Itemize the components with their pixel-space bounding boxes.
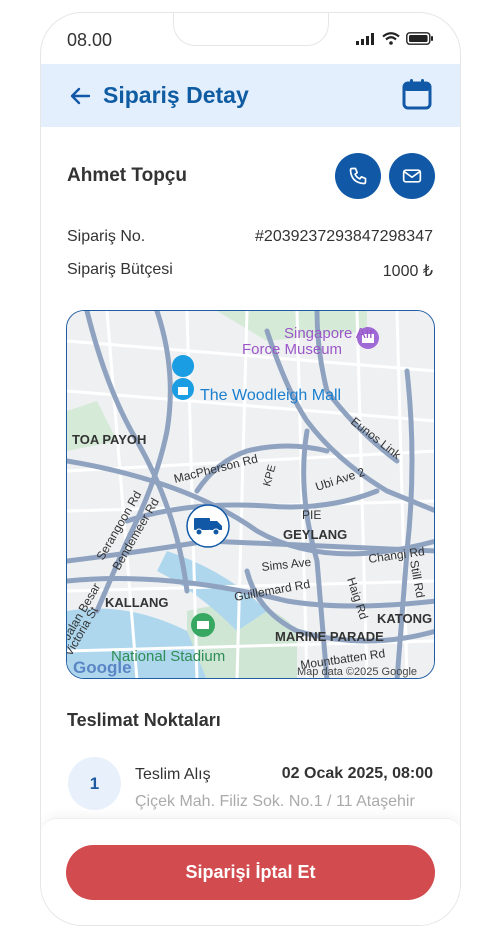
stop-index-badge: 1 (68, 757, 121, 810)
signal-icon (356, 32, 374, 45)
order-number-label: Sipariş No. (67, 228, 146, 245)
mail-icon (402, 169, 422, 183)
map-label-road-5: PIE (302, 508, 321, 522)
arrow-left-icon[interactable] (68, 84, 92, 108)
poi-stadium-icon (191, 613, 215, 637)
stop-date: 02 Ocak 2025, 08:00 (281, 765, 433, 782)
stop-address: Çiçek Mah. Filiz Sok. No.1 / 11 Ataşehir (135, 793, 415, 810)
page-title: Sipariş Detay (103, 82, 249, 108)
status-time: 08.00 (67, 30, 113, 50)
status-icons (356, 32, 434, 45)
map-label-area-4: MARINE PARADE (275, 629, 384, 644)
call-button[interactable] (335, 153, 381, 199)
map-label-area-2: GEYLANG (283, 527, 347, 542)
stop-type: Teslim Alış (135, 766, 211, 783)
map-provider-logo: Google (73, 658, 132, 677)
battery-icon (406, 32, 433, 45)
order-budget-value: 1000 ₺ (382, 263, 433, 280)
map-label-area-5: KATONG (377, 611, 432, 626)
app-header: Sipariş Detay (41, 64, 460, 127)
notch (173, 13, 329, 46)
calendar-icon[interactable] (402, 78, 432, 110)
phone-icon (349, 167, 367, 185)
wifi-icon (382, 32, 400, 45)
delivery-truck-icon (186, 504, 230, 548)
delivery-map[interactable]: Singapore Air Force Museum The Woodleigh… (66, 310, 435, 679)
cancel-order-button[interactable]: Siparişi İptal Et (66, 845, 435, 900)
map-label-poi-2: The Woodleigh Mall (200, 387, 341, 404)
map-canvas: Singapore Air Force Museum The Woodleigh… (67, 311, 434, 678)
map-attribution: Map data ©2025 Google (297, 666, 417, 678)
order-budget-label: Sipariş Bütçesi (67, 261, 173, 278)
map-label-area-3: KALLANG (105, 595, 169, 610)
delivery-section-title: Teslimat Noktaları (67, 710, 221, 730)
mail-button[interactable] (389, 153, 435, 199)
map-label-poi-1a: Singapore Air (284, 325, 374, 342)
customer-name: Ahmet Topçu (67, 165, 187, 186)
phone-frame: 08.00 Sipariş Detay Ahmet Topçu Sipariş … (40, 12, 461, 926)
map-label-poi-1b: Force Museum (242, 341, 342, 358)
map-label-area-1: TOA PAYOH (72, 432, 146, 447)
order-number-value: #2039237293847298347 (255, 228, 433, 245)
